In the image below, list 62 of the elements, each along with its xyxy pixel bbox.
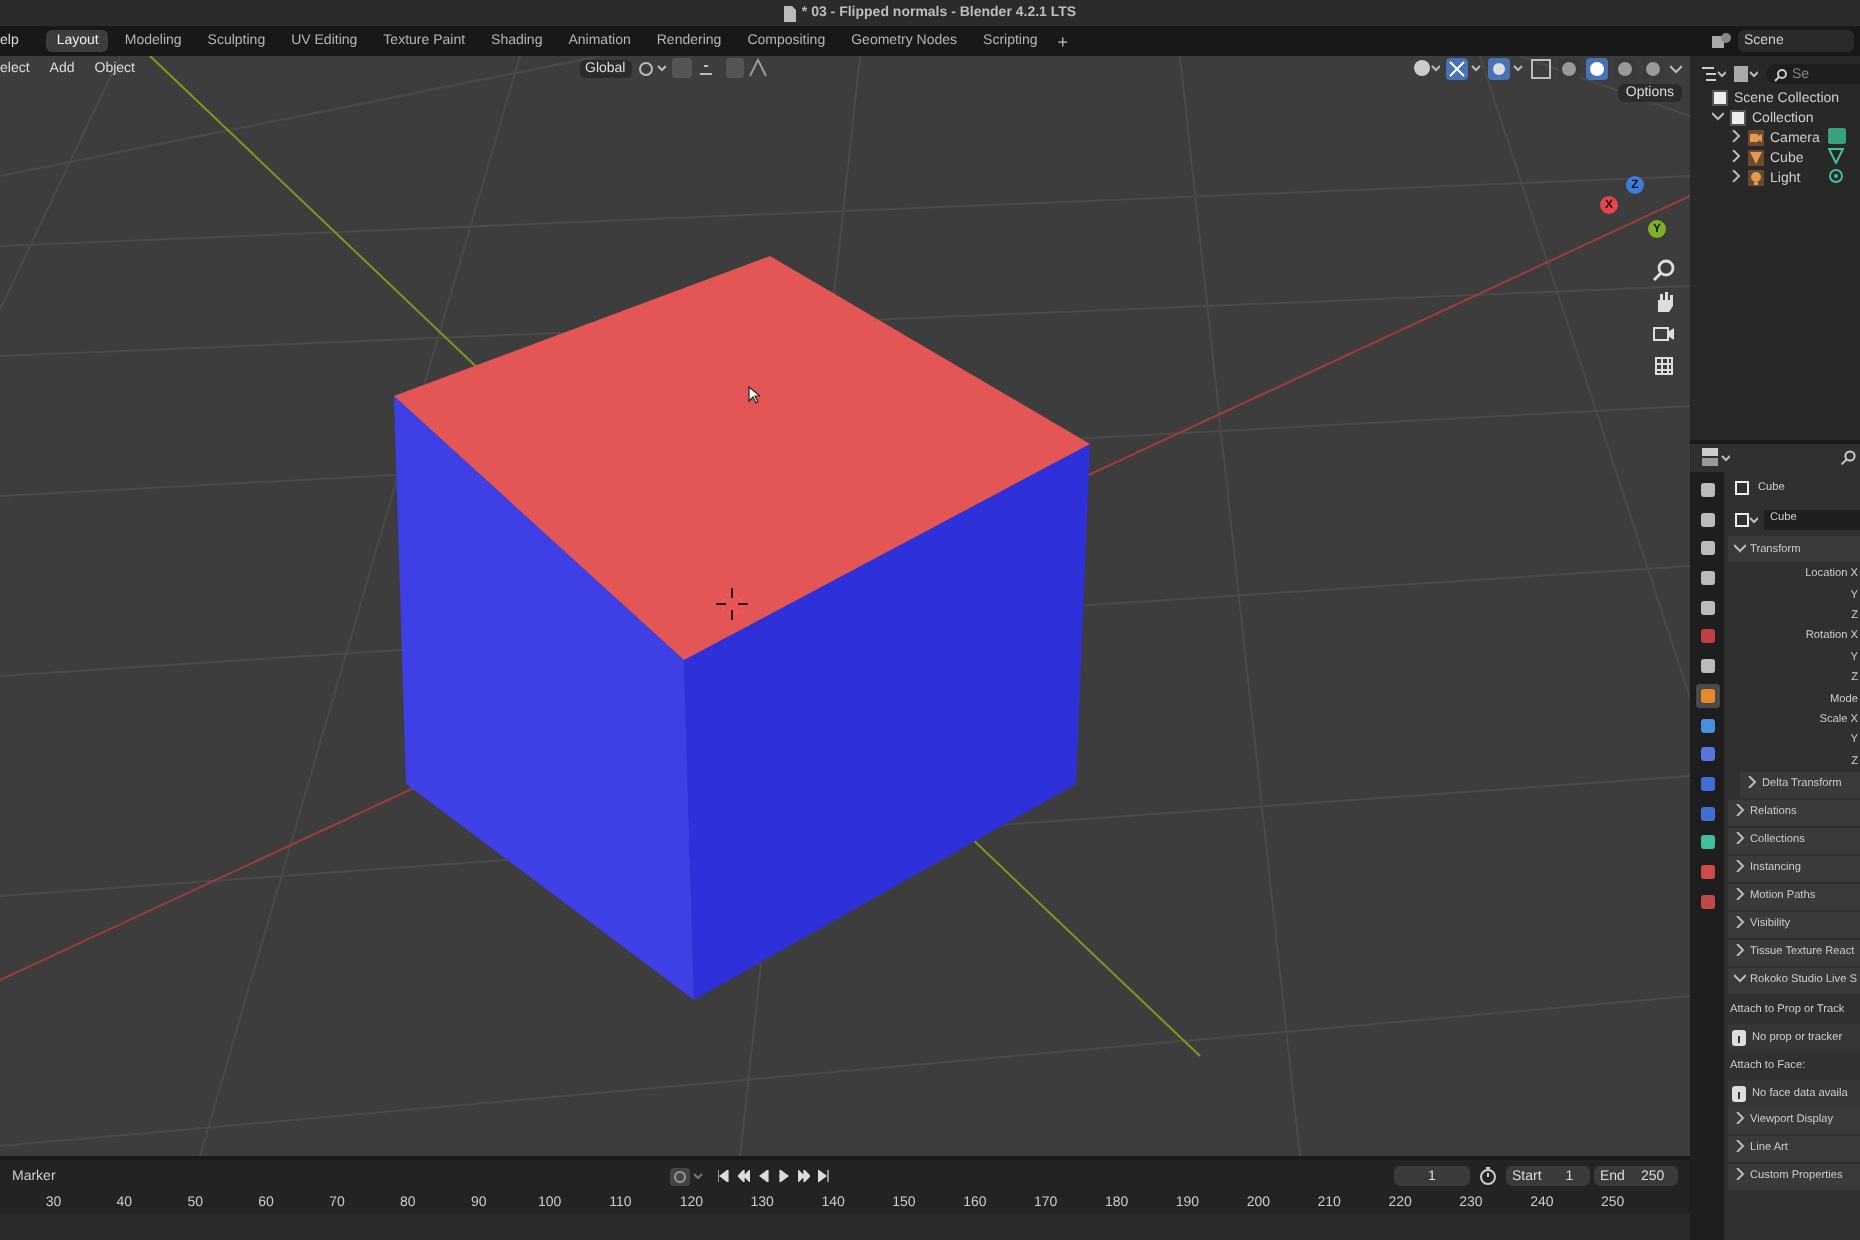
object-icon — [1734, 480, 1750, 496]
camera-view-icon[interactable] — [1652, 322, 1676, 346]
hand-icon[interactable] — [1652, 290, 1676, 314]
properties-tab-icon[interactable] — [1695, 830, 1719, 855]
stopwatch-icon[interactable] — [1478, 1166, 1498, 1186]
properties-tab-icon[interactable] — [1695, 713, 1719, 737]
expand-right-icon[interactable] — [1734, 1168, 1746, 1181]
properties-tab-icon[interactable] — [1695, 742, 1719, 767]
expand-down-icon[interactable] — [1734, 541, 1746, 553]
xray-toggle-icon[interactable] — [1530, 57, 1552, 79]
3d-cursor-icon — [716, 588, 748, 620]
properties-tab-icon[interactable] — [1695, 859, 1719, 884]
playback-icon[interactable] — [717, 1170, 730, 1182]
expand-down-icon[interactable] — [1734, 972, 1746, 985]
playback-icon[interactable] — [817, 1170, 830, 1182]
expand-right-icon[interactable] — [1734, 1140, 1746, 1153]
properties-tab-icon[interactable] — [1695, 536, 1719, 561]
expand-down-icon[interactable] — [1712, 110, 1724, 122]
proportional-edit-icon[interactable] — [725, 58, 770, 78]
pivot-icon[interactable] — [637, 59, 666, 77]
gizmo-toggle-icon[interactable] — [1446, 57, 1482, 79]
visibility-icon[interactable] — [1412, 58, 1440, 78]
keyframe-record-icon[interactable] — [669, 1167, 706, 1185]
expand-right-icon[interactable] — [1734, 916, 1746, 929]
expand-right-icon[interactable] — [1734, 804, 1746, 817]
properties-tab-icon[interactable] — [1695, 801, 1719, 826]
expand-right-icon[interactable] — [1734, 860, 1746, 873]
properties-tab-icon[interactable] — [1695, 566, 1719, 591]
properties-tab-icon[interactable] — [1695, 654, 1719, 679]
properties-tab-icon[interactable] — [1695, 507, 1719, 532]
playback-icon[interactable] — [737, 1170, 750, 1182]
playback-icon[interactable] — [797, 1170, 810, 1182]
search-icon[interactable] — [1840, 450, 1856, 466]
object-icon[interactable] — [1734, 511, 1758, 527]
properties-tab-icon[interactable] — [1695, 771, 1719, 796]
editor-type-icon[interactable] — [1702, 448, 1730, 468]
expand-right-icon[interactable] — [1734, 1112, 1746, 1125]
shading-mode-icon[interactable] — [1586, 57, 1608, 79]
add-workspace-button[interactable]: + — [1057, 31, 1069, 51]
filter-icon[interactable] — [1734, 65, 1758, 83]
scene-icon[interactable] — [1712, 32, 1732, 50]
zoom-icon[interactable] — [1652, 258, 1676, 282]
mouse-pointer-icon — [748, 386, 760, 404]
expand-right-icon[interactable] — [1734, 944, 1746, 957]
overlay-toggle-icon[interactable] — [1488, 57, 1524, 79]
grid-icon[interactable] — [1652, 354, 1676, 378]
display-mode-icon[interactable] — [1702, 65, 1726, 83]
document-icon — [783, 5, 796, 21]
mesh-data-icon — [1828, 148, 1844, 164]
expand-right-icon[interactable] — [1734, 832, 1746, 845]
light-icon — [1748, 170, 1764, 186]
search-icon — [1774, 67, 1788, 81]
camera-data-icon — [1828, 128, 1846, 144]
properties-tab-icon[interactable] — [1695, 683, 1719, 708]
caret-icon[interactable] — [1670, 62, 1682, 74]
properties-tab-icon[interactable] — [1695, 478, 1719, 502]
camera-icon — [1748, 130, 1764, 146]
expand-right-icon[interactable] — [1746, 776, 1758, 789]
light-data-icon — [1828, 168, 1844, 184]
mesh-icon — [1748, 150, 1764, 166]
properties-tab-icon[interactable] — [1695, 595, 1719, 620]
expand-right-icon[interactable] — [1734, 888, 1746, 901]
